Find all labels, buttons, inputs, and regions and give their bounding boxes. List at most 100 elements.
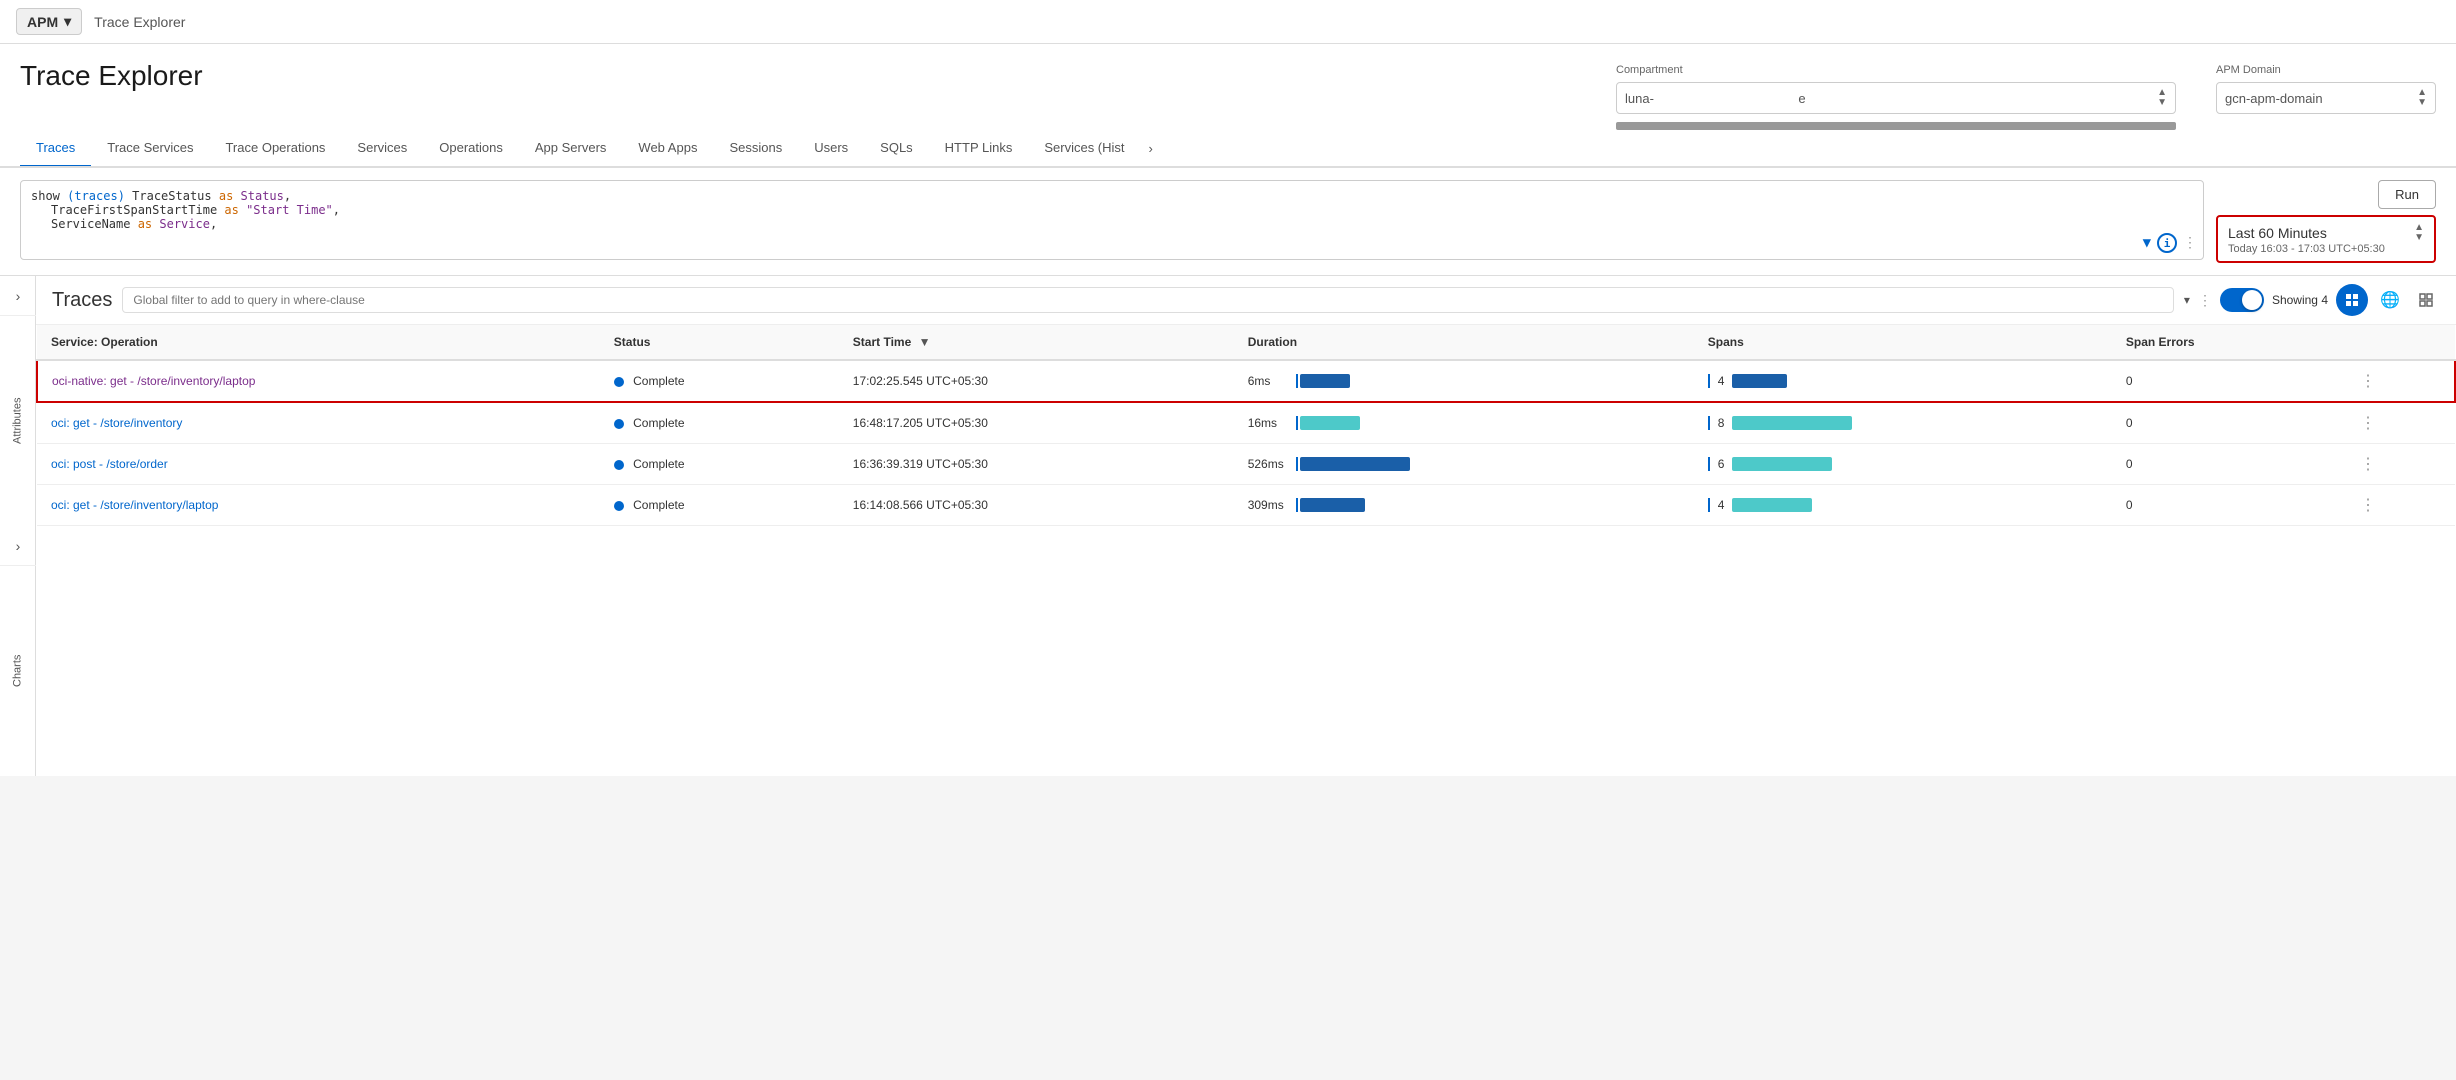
top-bar: APM ▾ Trace Explorer (0, 0, 2456, 44)
side-toggle-charts[interactable]: › (0, 526, 36, 566)
tab-trace-services[interactable]: Trace Services (91, 130, 209, 168)
toggle-knob (2242, 290, 2262, 310)
cell-start-time-3: 16:36:39.319 UTC+05:30 (839, 444, 1234, 485)
status-dot-4 (614, 501, 624, 511)
query-line2: TraceFirstSpanStartTime as "Start Time", (51, 203, 2193, 217)
apm-domain-label: APM Domain (2216, 64, 2436, 76)
query-expand-chevron[interactable]: ▼ (2143, 235, 2151, 251)
cell-actions-4: ⋮ (2346, 485, 2455, 526)
table-row: oci-native: get - /store/inventory/lapto… (37, 360, 2455, 402)
traces-toolbar: Traces ▾ ⋮ Showing 4 🌐 (36, 276, 2456, 325)
tab-trace-operations[interactable]: Trace Operations (209, 130, 341, 168)
tabs-container: Traces Trace Services Trace Operations S… (0, 130, 2456, 168)
tab-users[interactable]: Users (798, 130, 864, 168)
grid-view-icon[interactable] (2336, 284, 2368, 316)
cell-spans-2: 8 (1694, 402, 2112, 444)
col-header-spans: Spans (1694, 325, 2112, 360)
compartment-section: Compartment luna- e ▲▼ (1616, 64, 2176, 130)
tab-app-servers[interactable]: App Servers (519, 130, 623, 168)
cell-status-1: Complete (600, 360, 839, 402)
traces-table: Service: Operation Status Start Time ▼ D… (36, 325, 2456, 526)
cell-actions-1: ⋮ (2346, 360, 2455, 402)
cell-service-operation-3: oci: post - /store/order (37, 444, 600, 485)
span-bar-3 (1732, 457, 1832, 471)
tab-sessions[interactable]: Sessions (713, 130, 798, 168)
side-toggle-top[interactable]: › (0, 276, 36, 316)
col-header-status: Status (600, 325, 839, 360)
page-title: Trace Explorer (20, 60, 203, 92)
time-selector-subtitle: Today 16:03 - 17:03 UTC+05:30 (2228, 243, 2424, 255)
tab-services-hist[interactable]: Services (Hist (1028, 130, 1140, 168)
compartment-select[interactable]: luna- e ▲▼ (1616, 82, 2176, 114)
cell-duration-4: 309ms (1234, 485, 1694, 526)
cell-start-time-2: 16:48:17.205 UTC+05:30 (839, 402, 1234, 444)
col-header-start-time[interactable]: Start Time ▼ (839, 325, 1234, 360)
duration-tick-1 (1296, 374, 1298, 388)
apm-dropdown[interactable]: APM ▾ (16, 8, 82, 35)
duration-fill-2 (1300, 416, 1360, 430)
query-section: show (traces) TraceStatus as Status, Tra… (0, 168, 2456, 276)
duration-fill-3 (1300, 457, 1410, 471)
cell-span-errors-2: 0 (2112, 402, 2346, 444)
query-more-icon[interactable]: ⋮ (2183, 235, 2197, 251)
filter-chevron-icon[interactable]: ▾ (2184, 293, 2190, 307)
traces-table-container: Service: Operation Status Start Time ▼ D… (36, 325, 2456, 526)
view-toggle-switch[interactable] (2220, 288, 2264, 312)
run-button[interactable]: Run (2378, 180, 2436, 209)
tab-services[interactable]: Services (341, 130, 423, 168)
apm-domain-select[interactable]: gcn-apm-domain ▲▼ (2216, 82, 2436, 114)
progress-bar (1616, 122, 2176, 130)
charts-side-label[interactable]: Charts (0, 566, 35, 776)
cell-spans-3: 6 (1694, 444, 2112, 485)
expand-icon[interactable] (2412, 286, 2440, 314)
tab-http-links[interactable]: HTTP Links (929, 130, 1029, 168)
row-menu-1[interactable]: ⋮ (2360, 373, 2376, 390)
row-menu-3[interactable]: ⋮ (2360, 456, 2376, 473)
tab-traces[interactable]: Traces (20, 130, 91, 168)
table-header-row: Service: Operation Status Start Time ▼ D… (37, 325, 2455, 360)
query-info-icon[interactable]: i (2157, 233, 2177, 253)
row-menu-4[interactable]: ⋮ (2360, 497, 2376, 514)
side-labels: › Attributes › Charts (0, 276, 36, 776)
row-menu-2[interactable]: ⋮ (2360, 415, 2376, 432)
span-bar-4 (1732, 498, 1812, 512)
cell-service-operation-1: oci-native: get - /store/inventory/lapto… (37, 360, 600, 402)
span-tick-2 (1708, 416, 1710, 430)
traces-panel-title: Traces (52, 289, 112, 312)
service-operation-link-4[interactable]: oci: get - /store/inventory/laptop (51, 498, 218, 512)
duration-bar-4 (1296, 498, 1365, 512)
toolbar-more-icon[interactable]: ⋮ (2198, 292, 2212, 309)
time-selector[interactable]: Last 60 Minutes ▲▼ Today 16:03 - 17:03 U… (2216, 215, 2436, 263)
col-header-service-operation: Service: Operation (37, 325, 600, 360)
service-operation-link-2[interactable]: oci: get - /store/inventory (51, 416, 182, 430)
status-dot-2 (614, 419, 624, 429)
duration-bar-1 (1296, 374, 1350, 388)
apm-domain-value: gcn-apm-domain (2225, 91, 2323, 106)
span-tick-1 (1708, 374, 1710, 388)
time-selector-arrows: ▲▼ (2414, 223, 2424, 243)
service-operation-link-1[interactable]: oci-native: get - /store/inventory/lapto… (52, 374, 255, 388)
span-bar-1 (1732, 374, 1787, 388)
globe-view-icon[interactable]: 🌐 (2376, 286, 2404, 314)
compartment-label: Compartment (1616, 64, 2176, 76)
time-selector-title: Last 60 Minutes ▲▼ (2228, 223, 2424, 243)
cell-spans-4: 4 (1694, 485, 2112, 526)
col-header-span-errors: Span Errors (2112, 325, 2346, 360)
tab-sqls[interactable]: SQLs (864, 130, 929, 168)
cell-actions-3: ⋮ (2346, 444, 2455, 485)
compartment-value: luna- e (1625, 91, 1806, 106)
toolbar-icons: ▾ ⋮ Showing 4 🌐 (2184, 284, 2440, 316)
tab-web-apps[interactable]: Web Apps (622, 130, 713, 168)
traces-panel: Traces ▾ ⋮ Showing 4 🌐 (36, 276, 2456, 776)
duration-text-3: 526ms (1248, 457, 1288, 471)
tab-more-icon[interactable]: › (1141, 131, 1161, 166)
duration-fill-4 (1300, 498, 1365, 512)
attributes-side-label[interactable]: Attributes (0, 316, 35, 526)
query-right: Run Last 60 Minutes ▲▼ Today 16:03 - 17:… (2216, 180, 2436, 263)
table-row: oci: get - /store/inventory/laptop Compl… (37, 485, 2455, 526)
global-filter-input[interactable] (122, 287, 2174, 313)
tab-operations[interactable]: Operations (423, 130, 519, 168)
span-tick-3 (1708, 457, 1710, 471)
service-operation-link-3[interactable]: oci: post - /store/order (51, 457, 168, 471)
cell-duration-1: 6ms (1234, 360, 1694, 402)
